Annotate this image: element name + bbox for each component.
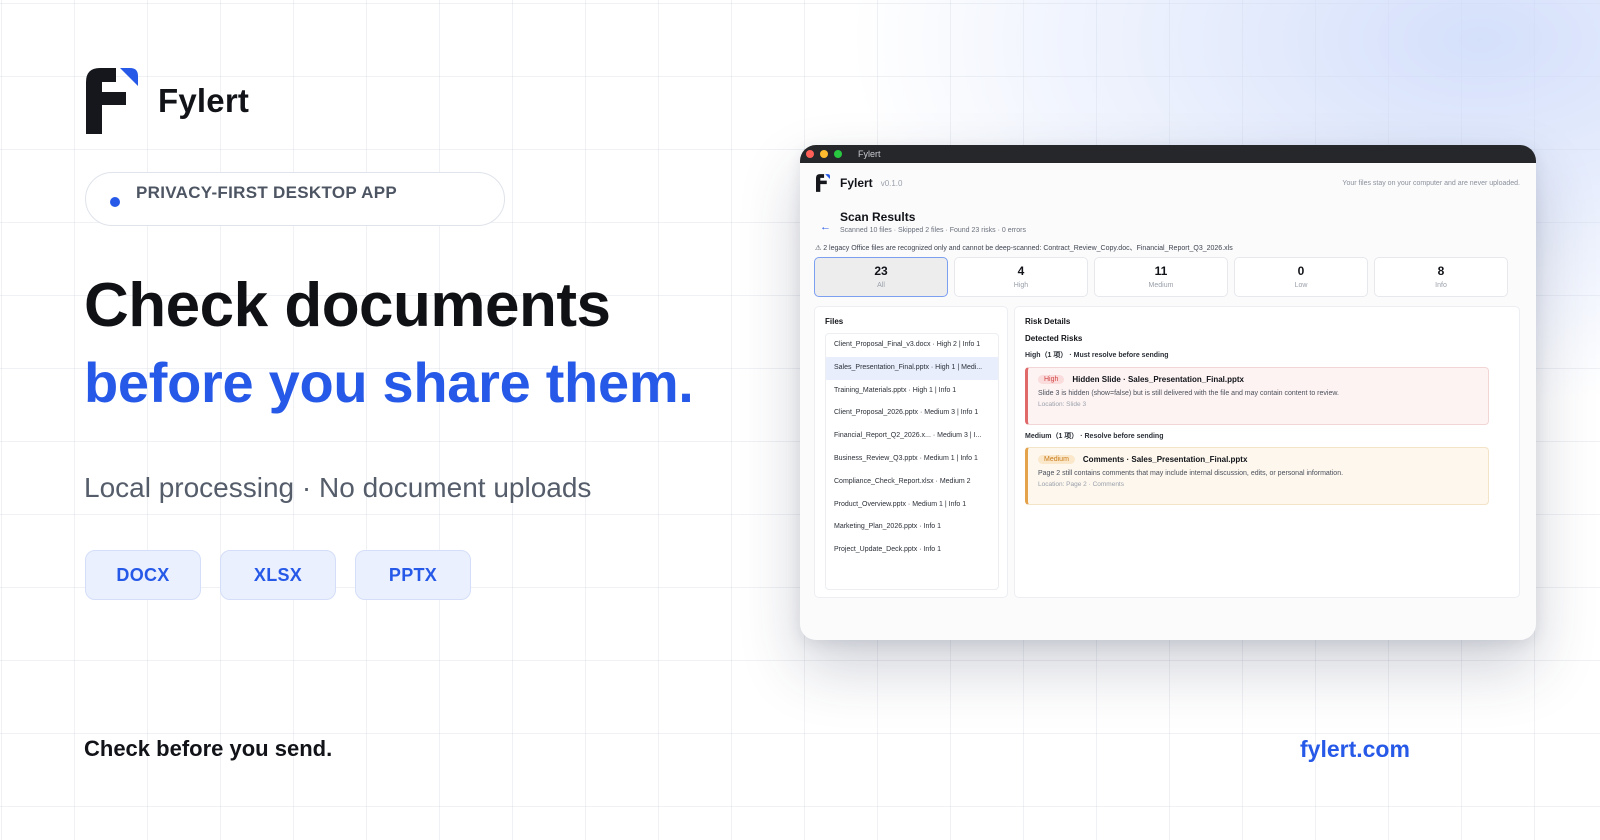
risk-card-high[interactable]: High Hidden Slide · Sales_Presentation_F… <box>1025 367 1489 425</box>
files-panel: Files Client_Proposal_Final_v3.docx · Hi… <box>814 306 1008 598</box>
stat-label: Medium <box>1148 282 1174 289</box>
app-window: Fylert Fylert v0.1.0 Your files stay on … <box>800 145 1536 640</box>
hero-headline-accent: before you share them. <box>84 351 694 414</box>
file-list-item[interactable]: Client_Proposal_2026.pptx · Medium 3 | I… <box>826 402 998 425</box>
brand: Fylert <box>86 68 249 134</box>
risk-description: Slide 3 is hidden (show=false) but is st… <box>1038 390 1339 397</box>
website-link[interactable]: fylert.com <box>1300 736 1410 763</box>
fylert-logo-icon <box>86 68 138 134</box>
detected-risks-heading: Detected Risks <box>1025 334 1083 343</box>
app-version: v0.1.0 <box>880 178 903 188</box>
stat-card-all[interactable]: 23 All <box>814 257 948 297</box>
stat-value: 11 <box>1154 264 1168 278</box>
close-window-button[interactable] <box>806 150 814 158</box>
file-list-item-selected[interactable]: Sales_Presentation_Final.pptx · High 1 |… <box>826 356 998 380</box>
file-list-item[interactable]: Client_Proposal_Final_v3.docx · High 2 |… <box>826 334 998 357</box>
stat-card-low[interactable]: 0 Low <box>1234 257 1368 297</box>
window-title: Fylert <box>858 149 881 159</box>
stat-label: Low <box>1294 282 1308 289</box>
hero-subtitle: Local processing · No document uploads <box>84 472 592 503</box>
files-panel-title: Files <box>825 317 844 326</box>
stat-value: 8 <box>1437 264 1445 278</box>
window-titlebar: Fylert <box>800 145 1536 163</box>
stat-value: 23 <box>874 264 888 278</box>
file-list-item[interactable]: Product_Overview.pptx · Medium 1 | Info … <box>826 494 998 517</box>
scan-results-title: Scan Results <box>840 210 916 224</box>
stat-card-medium[interactable]: 11 Medium <box>1094 257 1228 297</box>
risk-details-title: Risk Details <box>1025 317 1071 326</box>
stat-label: High <box>1013 282 1029 289</box>
scan-summary: Scanned 10 files · Skipped 2 files · Fou… <box>840 227 1026 234</box>
stat-card-high[interactable]: 4 High <box>954 257 1088 297</box>
app-header: Fylert v0.1.0 Your files stay on your co… <box>816 173 1520 193</box>
high-group-header: High（1 项） · Must resolve before sending <box>1025 352 1169 359</box>
risk-location: Location: Page 2 · Comments <box>1038 481 1124 488</box>
fylert-logo-icon <box>816 174 830 192</box>
file-list-item[interactable]: Training_Materials.pptx · High 1 | Info … <box>826 380 998 403</box>
privacy-note: Your files stay on your computer and are… <box>1342 179 1520 187</box>
format-chip-xlsx: XLSX <box>220 550 336 600</box>
risk-details-panel: Risk Details Detected Risks High（1 项） · … <box>1014 306 1520 598</box>
severity-badge-medium: Medium <box>1038 455 1075 464</box>
format-chip-docx: DOCX <box>85 550 201 600</box>
risk-card-medium[interactable]: Medium Comments · Sales_Presentation_Fin… <box>1025 447 1489 505</box>
arrow-left-icon[interactable]: ← <box>820 221 831 233</box>
stat-value: 0 <box>1297 264 1305 278</box>
brand-name: Fylert <box>158 82 250 119</box>
risk-location: Location: Slide 3 <box>1038 401 1087 408</box>
stat-label: All <box>877 282 885 289</box>
file-list-item[interactable]: Marketing_Plan_2026.pptx · Info 1 <box>826 516 998 539</box>
maximize-window-button[interactable] <box>834 150 842 158</box>
format-chip-pptx: PPTX <box>355 550 471 600</box>
risk-stat-cards: 23 All 4 High 11 Medium 0 Low 8 Info <box>814 257 1508 297</box>
medium-group-header: Medium（1 项） · Resolve before sending <box>1025 433 1164 440</box>
privacy-badge-text: PRIVACY-FIRST DESKTOP APP <box>136 183 397 202</box>
footer-tagline: Check before you send. <box>84 736 333 761</box>
file-list-item[interactable]: Financial_Report_Q2_2026.x... · Medium 3… <box>826 425 998 448</box>
hero-headline: Check documents <box>84 271 611 340</box>
stat-label: Info <box>1435 282 1447 289</box>
file-list-item[interactable]: Compliance_Check_Report.xlsx · Medium 2 <box>826 471 998 494</box>
file-list-item[interactable]: Business_Review_Q3.pptx · Medium 1 | Inf… <box>826 448 998 471</box>
risk-title: Hidden Slide · Sales_Presentation_Final.… <box>1072 375 1245 384</box>
risk-title: Comments · Sales_Presentation_Final.pptx <box>1082 455 1248 464</box>
minimize-window-button[interactable] <box>820 150 828 158</box>
file-list: Client_Proposal_Final_v3.docx · High 2 |… <box>825 333 999 590</box>
format-list: DOCX XLSX PPTX <box>85 550 471 600</box>
privacy-badge: PRIVACY-FIRST DESKTOP APP <box>85 172 505 226</box>
status-dot-icon <box>110 197 120 207</box>
stat-card-info[interactable]: 8 Info <box>1374 257 1508 297</box>
risk-description: Page 2 still contains comments that may … <box>1038 470 1344 477</box>
app-name: Fylert <box>840 176 873 190</box>
stat-value: 4 <box>1017 264 1025 278</box>
legacy-files-warning: ⚠ 2 legacy Office files are recognized o… <box>815 245 1233 252</box>
file-list-item[interactable]: Project_Update_Deck.pptx · Info 1 <box>826 539 998 562</box>
severity-badge-high: High <box>1038 375 1065 384</box>
